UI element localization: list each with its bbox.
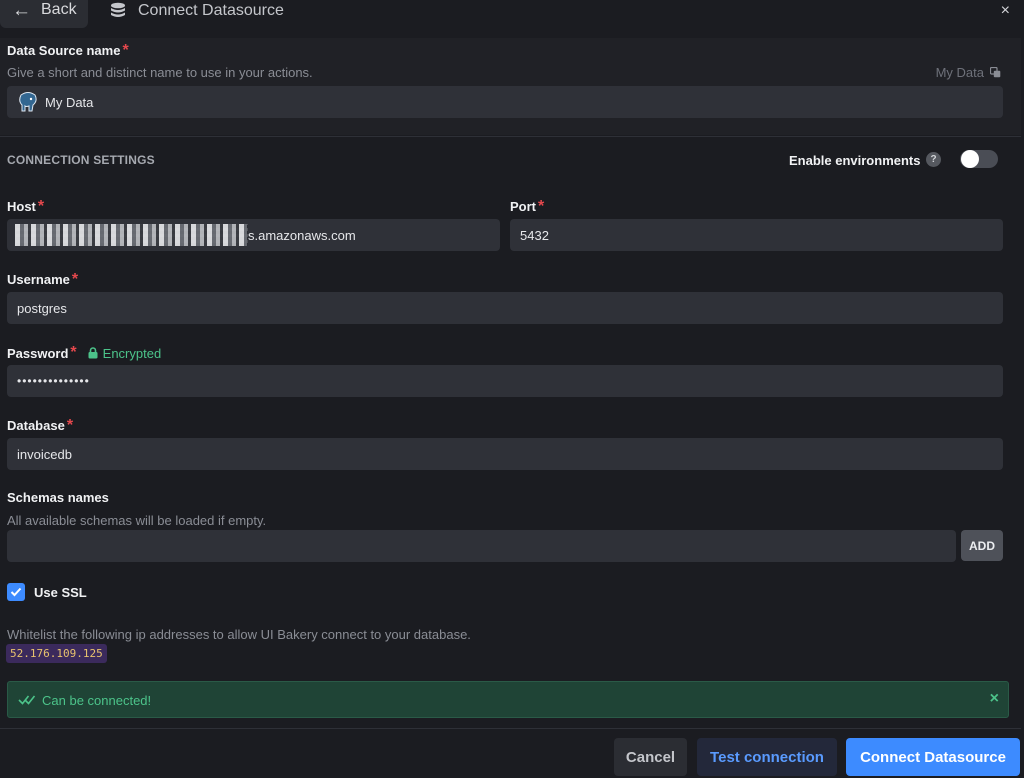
host-label: Host * xyxy=(7,198,45,215)
host-value: s.amazonaws.com xyxy=(248,227,356,243)
toggle-knob xyxy=(961,150,979,168)
database-label: Database * xyxy=(7,417,74,434)
schemas-hint: All available schemas will be loaded if … xyxy=(7,513,267,528)
required-asterisk: * xyxy=(122,42,129,59)
footer-divider xyxy=(0,728,1021,729)
datasource-name-input[interactable]: My Data xyxy=(7,86,1003,118)
redacted-host-mask xyxy=(15,224,247,246)
password-value: •••••••••••••• xyxy=(17,374,90,388)
test-connection-button[interactable]: Test connection xyxy=(697,738,837,776)
connect-datasource-button[interactable]: Connect Datasource xyxy=(846,738,1020,776)
datasource-name-label: Data Source name * xyxy=(7,42,129,59)
datasource-name-value: My Data xyxy=(45,94,94,110)
required-asterisk: * xyxy=(538,198,545,215)
postgresql-elephant-icon xyxy=(19,92,37,112)
encrypted-label: Encrypted xyxy=(102,345,162,361)
database-icon xyxy=(111,2,125,17)
connection-settings-title: CONNECTION SETTINGS xyxy=(7,153,155,167)
name-preview: My Data xyxy=(936,65,1001,80)
schemas-input[interactable] xyxy=(7,530,956,562)
section-divider xyxy=(0,136,1021,137)
password-input[interactable]: •••••••••••••• xyxy=(7,365,1003,397)
username-label: Username * xyxy=(7,271,79,288)
enable-environments-toggle[interactable] xyxy=(960,150,998,168)
username-input[interactable]: postgres xyxy=(7,292,1003,324)
double-check-icon xyxy=(18,695,36,705)
whitelist-text: Whitelist the following ip addresses to … xyxy=(7,627,471,642)
port-input[interactable]: 5432 xyxy=(510,219,1003,251)
close-icon[interactable]: × xyxy=(1001,2,1010,20)
required-asterisk: * xyxy=(66,417,74,434)
back-button[interactable]: ← Back xyxy=(0,0,88,28)
connection-status-banner: Can be connected! × xyxy=(7,681,1009,718)
datasource-name-hint: Give a short and distinct name to use in… xyxy=(7,65,313,80)
whitelist-ip: 52.176.109.125 xyxy=(6,644,107,663)
required-asterisk: * xyxy=(71,271,79,288)
schemas-label: Schemas names xyxy=(7,490,109,505)
back-label: Back xyxy=(41,1,77,18)
page-title-text: Connect Datasource xyxy=(138,2,284,19)
port-label: Port * xyxy=(510,198,545,215)
required-asterisk: * xyxy=(37,198,45,215)
checkmark-icon xyxy=(10,587,22,597)
name-preview-text: My Data xyxy=(935,65,984,80)
arrow-left-icon: ← xyxy=(12,0,31,21)
add-schema-button[interactable]: ADD xyxy=(961,530,1003,561)
use-ssl-checkbox[interactable] xyxy=(7,583,25,601)
page-title: Connect Datasource xyxy=(110,0,284,22)
use-ssl-label: Use SSL xyxy=(34,585,87,600)
database-input[interactable]: invoicedb xyxy=(7,438,1003,470)
password-label: Password * Encrypted xyxy=(7,344,162,361)
enable-environments-label: Enable environments xyxy=(789,153,921,168)
cancel-button[interactable]: Cancel xyxy=(614,738,687,776)
connect-datasource-page: ← Back Connect Datasource × Data Source … xyxy=(0,0,1024,778)
help-icon[interactable]: ? xyxy=(926,152,941,167)
database-value: invoicedb xyxy=(17,446,72,462)
datasource-name-section: Data Source name * Give a short and disti… xyxy=(0,38,1021,135)
close-status-icon[interactable]: × xyxy=(990,690,999,708)
lock-icon xyxy=(88,347,98,359)
required-asterisk: * xyxy=(70,344,77,361)
username-value: postgres xyxy=(17,300,67,316)
host-input[interactable]: s.amazonaws.com xyxy=(7,219,500,251)
top-bar: ← Back Connect Datasource × xyxy=(0,0,1024,28)
copy-icon[interactable] xyxy=(990,67,1001,78)
status-message: Can be connected! xyxy=(42,693,152,708)
port-value: 5432 xyxy=(520,227,549,243)
